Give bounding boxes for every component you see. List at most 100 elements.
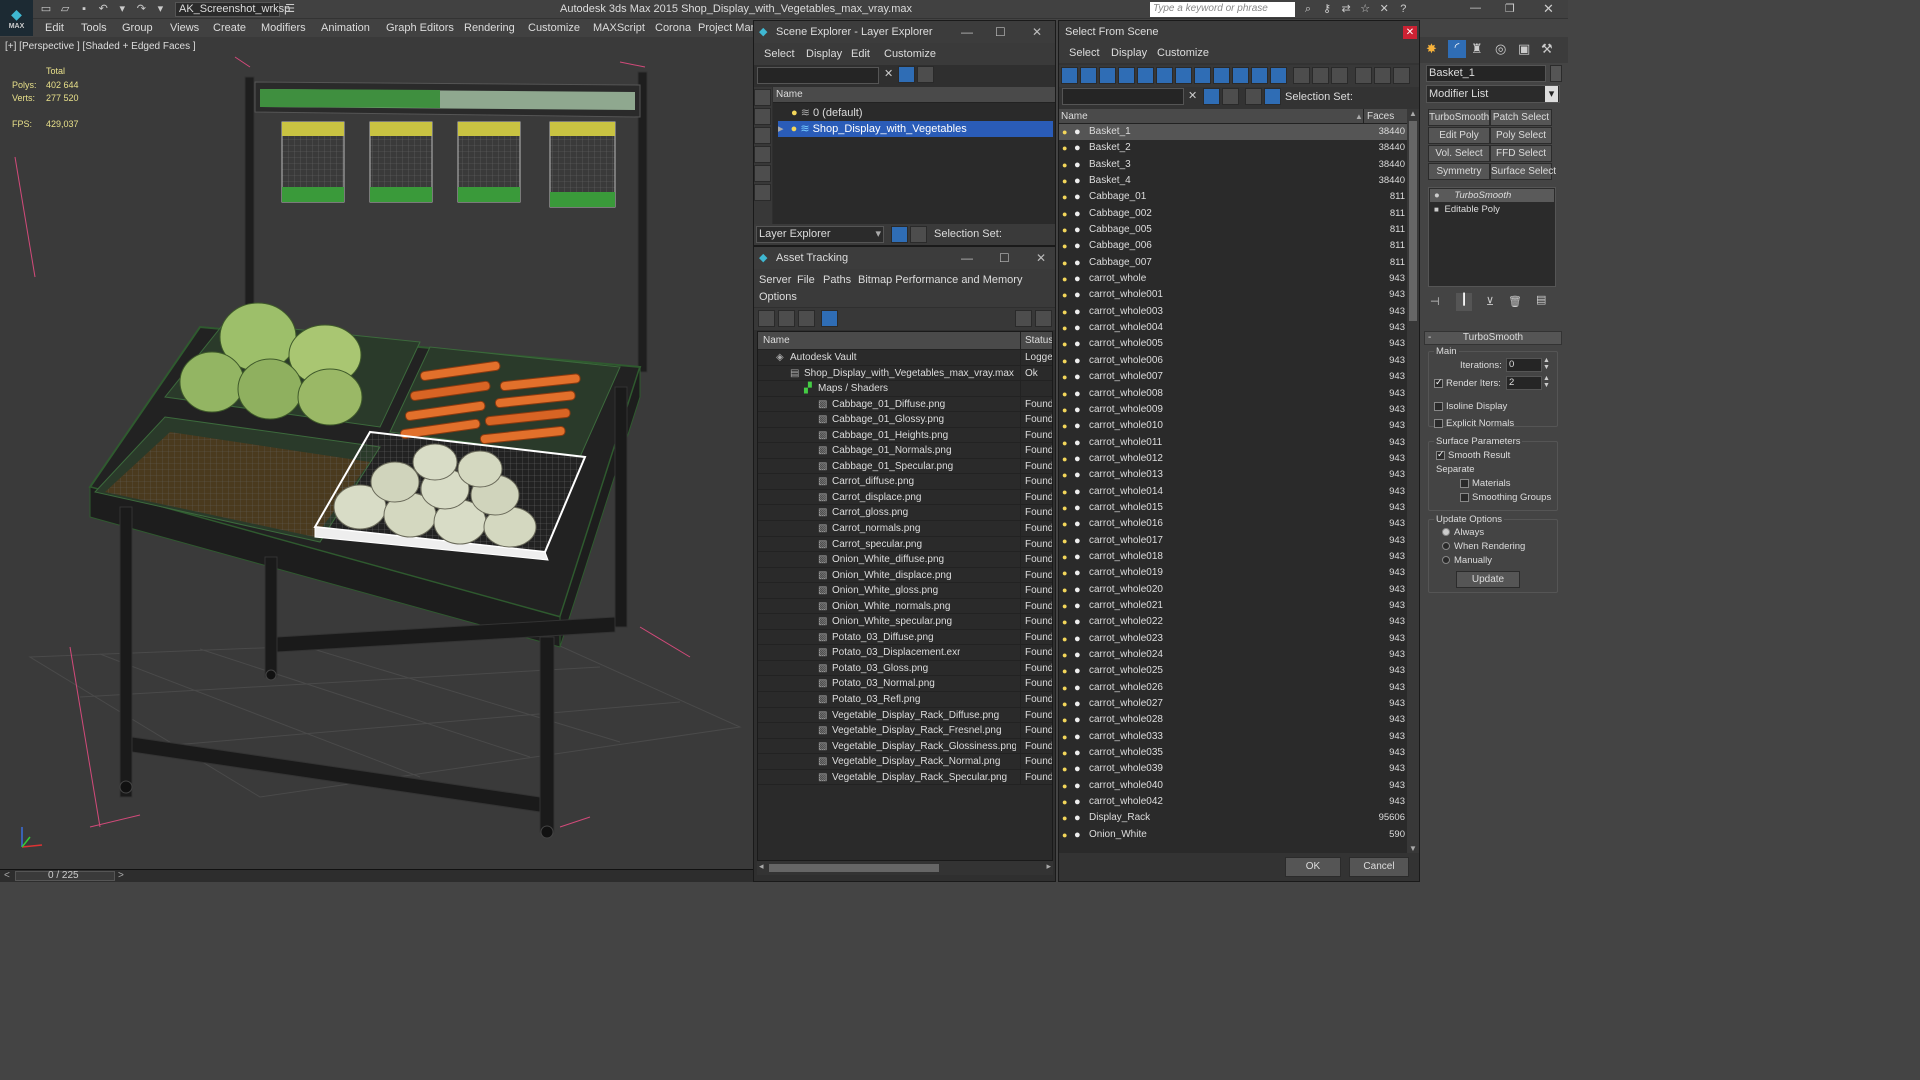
asset-row[interactable]: ▧ Onion_White_displace.png Found xyxy=(758,567,1052,584)
configure-modifier-sets-icon[interactable]: ▤ xyxy=(1536,293,1546,306)
settings-icon[interactable] xyxy=(1035,310,1052,327)
lightbulb-icon[interactable]: ● xyxy=(1062,696,1067,712)
object-row[interactable]: ● ● carrot_whole010 943 xyxy=(1059,418,1407,434)
lightbulb-icon[interactable]: ● xyxy=(1062,189,1067,205)
stack-item-selected[interactable]: ● TurboSmooth xyxy=(1430,189,1554,202)
filter-frozen-icon[interactable] xyxy=(1251,67,1268,84)
symmetry-button[interactable]: Symmetry xyxy=(1428,163,1490,180)
asset-row[interactable]: ▧ Potato_03_Diffuse.png Found xyxy=(758,629,1052,646)
dropdown-icon[interactable]: ▾ xyxy=(114,2,130,17)
object-row[interactable]: ● ● Cabbage_01 811 xyxy=(1059,189,1407,205)
object-row[interactable]: ● ● carrot_whole004 943 xyxy=(1059,320,1407,336)
lightbulb-icon[interactable]: ● xyxy=(791,107,798,119)
object-row[interactable]: ● ● carrot_whole020 943 xyxy=(1059,582,1407,598)
maximize-button[interactable]: ☐ xyxy=(995,21,1006,43)
scroll-left-icon[interactable]: ◂ xyxy=(759,861,764,872)
object-row[interactable]: ● ● Basket_3 38440 xyxy=(1059,157,1407,173)
clear-search-icon[interactable]: ✕ xyxy=(884,67,893,80)
column-options-icon[interactable] xyxy=(1393,67,1410,84)
object-row[interactable]: ● ● Cabbage_002 811 xyxy=(1059,206,1407,222)
lightbulb-icon[interactable]: ● xyxy=(1062,565,1067,581)
cancel-button[interactable]: Cancel xyxy=(1349,857,1409,877)
asset-row[interactable]: ◈ Autodesk Vault Logged xyxy=(758,350,1052,366)
menu-select[interactable]: Select xyxy=(1069,47,1100,59)
scroll-thumb[interactable] xyxy=(769,864,939,872)
asset-row[interactable]: ▧ Carrot_normals.png Found xyxy=(758,521,1052,537)
select-from-scene-titlebar[interactable]: Select From Scene ✕ xyxy=(1059,21,1419,43)
filter-hidden-icon[interactable] xyxy=(1270,67,1287,84)
app-logo[interactable]: ◆ MAX xyxy=(0,0,33,36)
filter-cameras-icon[interactable] xyxy=(1118,67,1135,84)
object-row[interactable]: ● ● carrot_whole027 943 xyxy=(1059,696,1407,712)
explorer-type-dropdown[interactable]: Layer Explorer ▾ xyxy=(756,226,884,243)
lightbulb-icon[interactable]: ● xyxy=(1062,386,1067,402)
menu-maxscript[interactable]: MAXScript xyxy=(593,22,645,34)
menu-views[interactable]: Views xyxy=(170,22,199,34)
filter-icon[interactable] xyxy=(1203,88,1220,105)
render-iters-checkbox[interactable] xyxy=(1434,377,1443,388)
object-row[interactable]: ● ● carrot_whole025 943 xyxy=(1059,663,1407,679)
col-faces-header[interactable]: Faces xyxy=(1363,109,1394,124)
perspective-viewport[interactable]: [+] [Perspective ] [Shaded + Edged Faces… xyxy=(0,37,753,869)
layer-row[interactable]: ● ≋ 0 (default) xyxy=(791,105,1053,121)
filter-options-icon[interactable] xyxy=(1374,67,1391,84)
expand-arrow-icon[interactable]: ▸ xyxy=(778,123,784,135)
restore-window-button[interactable]: ❐ xyxy=(1505,2,1515,15)
hierarchy-tab-icon[interactable]: ♜ xyxy=(1471,41,1483,57)
refresh-icon[interactable] xyxy=(758,310,775,327)
save-icon[interactable]: ▪ xyxy=(76,2,92,17)
object-row[interactable]: ● ● Basket_4 38440 xyxy=(1059,173,1407,189)
search-input[interactable]: Type a keyword or phrase xyxy=(1150,2,1295,17)
lightbulb-icon[interactable]: ● xyxy=(1062,255,1067,271)
menu-modifiers[interactable]: Modifiers xyxy=(261,22,306,34)
object-row[interactable]: ● ● carrot_whole021 943 xyxy=(1059,598,1407,614)
object-row[interactable]: ● ● carrot_whole 943 xyxy=(1059,271,1407,287)
object-color-swatch[interactable] xyxy=(1550,65,1562,82)
remove-modifier-icon[interactable]: 🗑 xyxy=(1508,295,1522,308)
when-rendering-radio[interactable] xyxy=(1442,542,1450,551)
surface-select-button[interactable]: Surface Select xyxy=(1490,163,1556,180)
asset-row[interactable]: ▧ Cabbage_01_Heights.png Found xyxy=(758,427,1052,444)
asset-row[interactable]: ▧ Carrot_diffuse.png Found xyxy=(758,474,1052,490)
display-helpers-icon[interactable] xyxy=(754,184,771,201)
dropdown-icon[interactable]: ▾ xyxy=(152,2,168,17)
lightbulb-icon[interactable]: ● xyxy=(1062,614,1067,630)
thumbnail-view-icon[interactable] xyxy=(798,310,815,327)
manually-radio[interactable] xyxy=(1442,556,1450,565)
smooth-result-checkbox[interactable] xyxy=(1436,449,1445,460)
help-icon[interactable] xyxy=(1015,310,1032,327)
ok-button[interactable]: OK xyxy=(1285,857,1341,877)
list-view-icon[interactable] xyxy=(778,310,795,327)
menu-create[interactable]: Create xyxy=(213,22,246,34)
exchange-icon[interactable]: ⇄ xyxy=(1338,2,1354,17)
object-row[interactable]: ● ● carrot_whole022 943 xyxy=(1059,614,1407,630)
lightbulb-icon[interactable]: ● xyxy=(1062,418,1067,434)
tools-icon[interactable]: ✕ xyxy=(1376,2,1392,17)
lightbulb-icon[interactable]: ● xyxy=(1062,729,1067,745)
object-row[interactable]: ● ● carrot_whole024 943 xyxy=(1059,647,1407,663)
filter-spacewarps-icon[interactable] xyxy=(1156,67,1173,84)
lightbulb-icon[interactable]: ● xyxy=(1062,304,1067,320)
lightbulb-icon[interactable]: ● xyxy=(1062,402,1067,418)
help-icon[interactable]: ? xyxy=(1395,2,1411,17)
display-lights-icon[interactable] xyxy=(754,146,771,163)
asset-row[interactable]: ▧ Vegetable_Display_Rack_Glossiness.png Fo… xyxy=(758,738,1052,755)
lightbulb-icon[interactable]: ● xyxy=(1062,124,1067,140)
menu-customize[interactable]: Customize xyxy=(884,48,936,60)
always-radio[interactable] xyxy=(1442,528,1450,537)
layer-explorer-icon[interactable] xyxy=(891,226,908,243)
filter-geometry-icon[interactable] xyxy=(1061,67,1078,84)
object-list-scrollbar[interactable]: ▲ ▼ xyxy=(1407,109,1419,853)
turbosmooth-button[interactable]: TurboSmooth xyxy=(1428,109,1490,126)
asset-hscrollbar[interactable]: ◂ ▸ xyxy=(757,861,1053,875)
poly-select-button[interactable]: Poly Select xyxy=(1490,127,1552,144)
ffd-select-button[interactable]: FFD Select xyxy=(1490,145,1552,162)
display-objects-icon[interactable] xyxy=(754,89,771,106)
vol-select-button[interactable]: Vol. Select xyxy=(1428,145,1490,162)
asset-row[interactable]: ▧ Carrot_displace.png Found xyxy=(758,489,1052,506)
scroll-up-icon[interactable]: ▲ xyxy=(1409,109,1417,118)
turbosmooth-rollout-header[interactable]: - TurboSmooth xyxy=(1424,331,1562,345)
object-row[interactable]: ● ● carrot_whole013 943 xyxy=(1059,467,1407,483)
object-row[interactable]: ● ● carrot_whole039 943 xyxy=(1059,761,1407,777)
close-window-button[interactable]: ✕ xyxy=(1543,1,1554,17)
